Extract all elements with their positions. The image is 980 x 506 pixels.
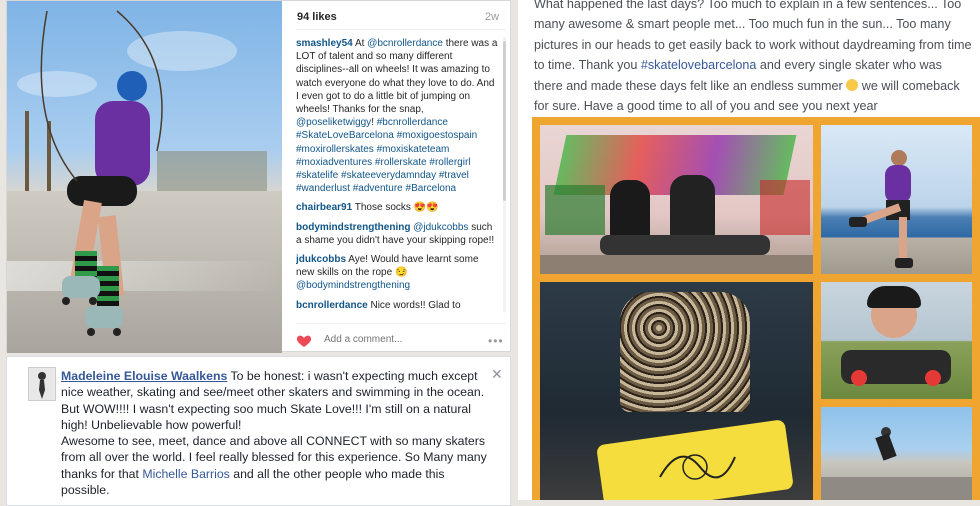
photo-collage[interactable]: [532, 117, 980, 500]
close-icon[interactable]: ✕: [491, 366, 503, 383]
add-comment-input[interactable]: [324, 334, 464, 345]
likes-count[interactable]: 94 likes: [297, 11, 337, 23]
mention-link[interactable]: @bcnrollerdance: [367, 38, 443, 49]
comment-username[interactable]: bcnrollerdance: [296, 300, 368, 311]
collage-photo-smiling-skater[interactable]: [821, 282, 972, 399]
facebook-post: What happened the last days? Too much to…: [518, 0, 980, 500]
collage-photo-beach-jump[interactable]: [821, 125, 972, 274]
instagram-post-card: 94 likes 2w smashley54 At @bcnrollerdanc…: [6, 0, 511, 353]
post-caption: smashley54 At @bcnrollerdance there was …: [296, 38, 498, 195]
post-age: 2w: [485, 11, 500, 23]
comment-username[interactable]: jdukcobbs: [296, 254, 346, 265]
collage-photo-graffiti[interactable]: [540, 125, 813, 274]
comment-username[interactable]: chairbear91: [296, 202, 352, 213]
mention-link[interactable]: @jdukcobbs: [413, 222, 468, 233]
heart-icon[interactable]: [296, 333, 312, 349]
mention-link[interactable]: Michelle Barrios: [142, 467, 229, 481]
mention-link[interactable]: @poseliketwiggy: [296, 117, 371, 128]
comments-scrollbar-thumb[interactable]: [503, 41, 506, 201]
hashtag-links[interactable]: #bcnrollerdance #SkateLoveBarcelona #mox…: [296, 117, 477, 194]
more-options-icon[interactable]: •••: [488, 334, 504, 348]
comment-item: bodymindstrengthening @jdukcobbs such a …: [296, 221, 495, 246]
comment-item: jdukcobbs Aye! Would have learnt some ne…: [296, 254, 479, 292]
post-sidebar: 94 likes 2w smashley54 At @bcnrollerdanc…: [288, 1, 508, 353]
collage-photo-skatepark[interactable]: [821, 407, 972, 500]
comment-username[interactable]: bodymindstrengthening: [296, 222, 410, 233]
comment-body: Madeleine Elouise Waalkens To be honest:…: [61, 369, 487, 498]
avatar[interactable]: [28, 367, 56, 401]
comment-item: chairbear91 Those socks 😍😍: [296, 202, 439, 214]
facebook-comment: Madeleine Elouise Waalkens To be honest:…: [6, 356, 511, 506]
post-photo[interactable]: [7, 1, 282, 353]
smiley-emoji-icon: [846, 78, 859, 91]
caption-username[interactable]: smashley54: [296, 38, 353, 49]
commenter-name-link[interactable]: Madeleine Elouise Waalkens: [61, 369, 227, 383]
mention-link[interactable]: @bodymindstrengthening: [296, 280, 410, 291]
collage-photo-skate-shoe[interactable]: [540, 282, 813, 500]
comments-list: smashley54 At @bcnrollerdance there was …: [296, 37, 498, 314]
hashtag-link[interactable]: #skatelovebarcelona: [641, 58, 757, 72]
comment-item: bcnrollerdance Nice words!! Glad to: [296, 299, 461, 311]
post-text: What happened the last days? Too much to…: [534, 0, 972, 114]
